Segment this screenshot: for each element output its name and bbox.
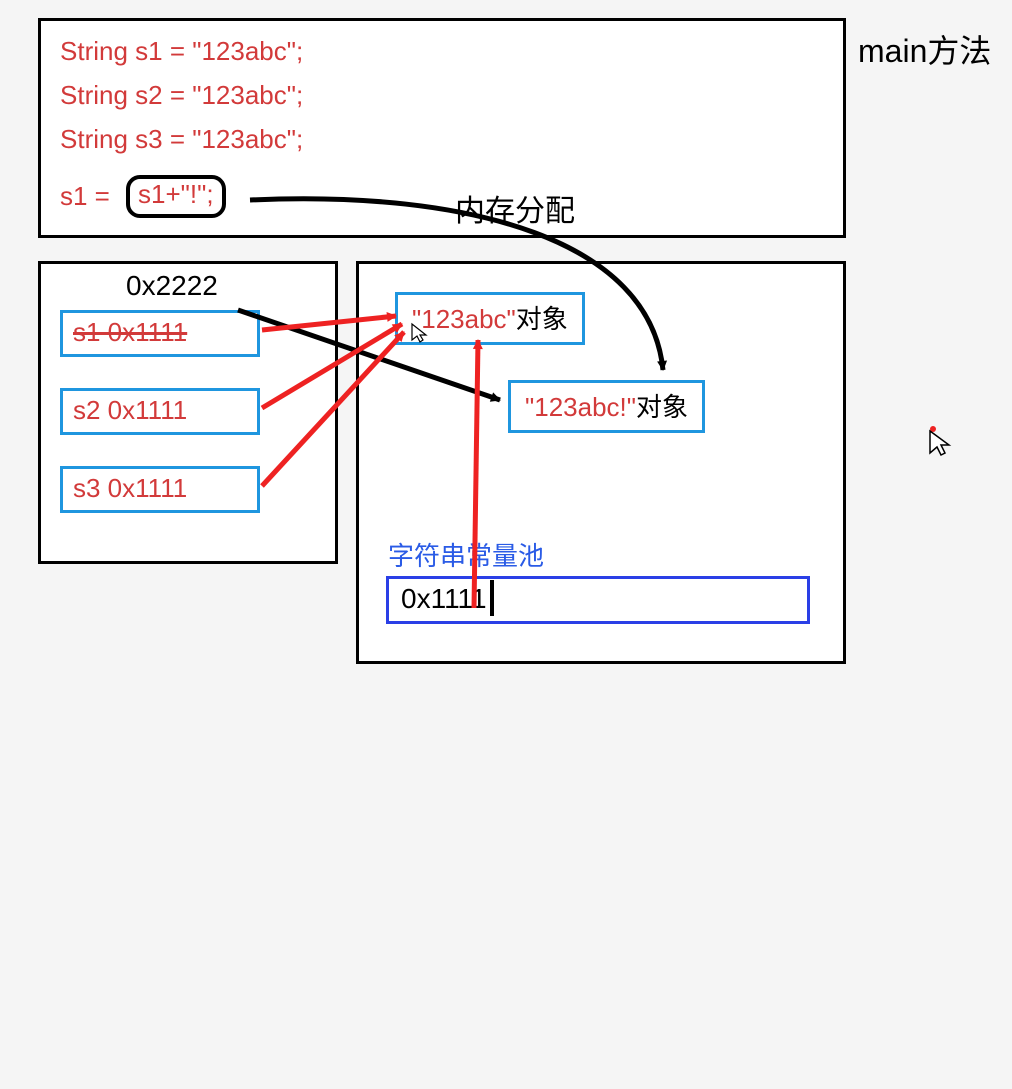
main-label: main方法: [858, 26, 991, 72]
code-line-3: String s3 = "123abc";: [60, 124, 303, 155]
code-line-4b: s1+"!";: [126, 175, 226, 218]
var-s3-text: s3 0x1111: [73, 473, 187, 503]
new-addr: 0x2222: [126, 270, 218, 302]
mem-label: 内存分配: [455, 186, 575, 230]
obj-b-suf: 对象: [636, 392, 688, 422]
pool-addr: 0x1111: [401, 583, 487, 614]
var-s2: s2 0x1111: [60, 388, 260, 435]
var-s1-text: s1 0x1111: [73, 317, 187, 347]
code-line-2: String s2 = "123abc";: [60, 80, 303, 111]
obj-123abc-suf: 对象: [516, 304, 568, 334]
var-s2-text: s2 0x1111: [73, 395, 187, 425]
obj-123abc-bang: "123abc!"对象: [508, 380, 705, 433]
pool-label: 字符串常量池: [388, 536, 544, 573]
code-line-1: String s1 = "123abc";: [60, 36, 303, 67]
obj-123abc: "123abc"对象: [395, 292, 585, 345]
pool-box: 0x1111: [386, 576, 810, 624]
code-line-4a: s1 =: [60, 181, 110, 212]
var-s3: s3 0x1111: [60, 466, 260, 513]
obj-123abc-lit: "123abc": [412, 304, 516, 334]
obj-b-lit: "123abc!": [525, 392, 636, 422]
var-s1: s1 0x1111: [60, 310, 260, 357]
